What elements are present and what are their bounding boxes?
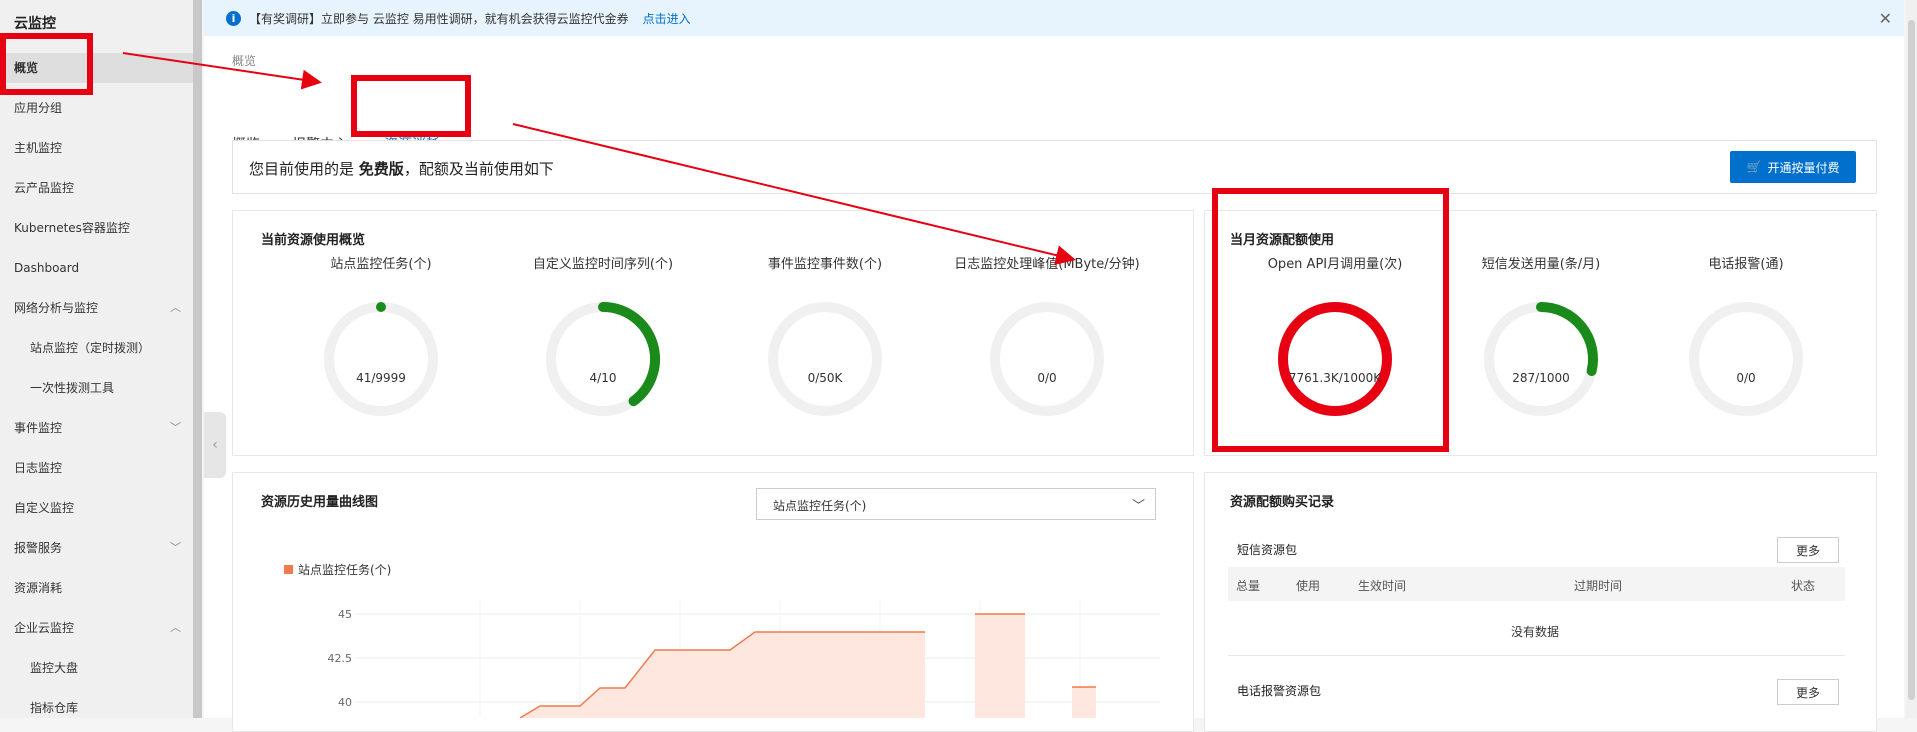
arrow-2 — [512, 123, 1076, 265]
arrow-1 — [122, 52, 322, 90]
annotation-arrows — [122, 52, 1076, 265]
